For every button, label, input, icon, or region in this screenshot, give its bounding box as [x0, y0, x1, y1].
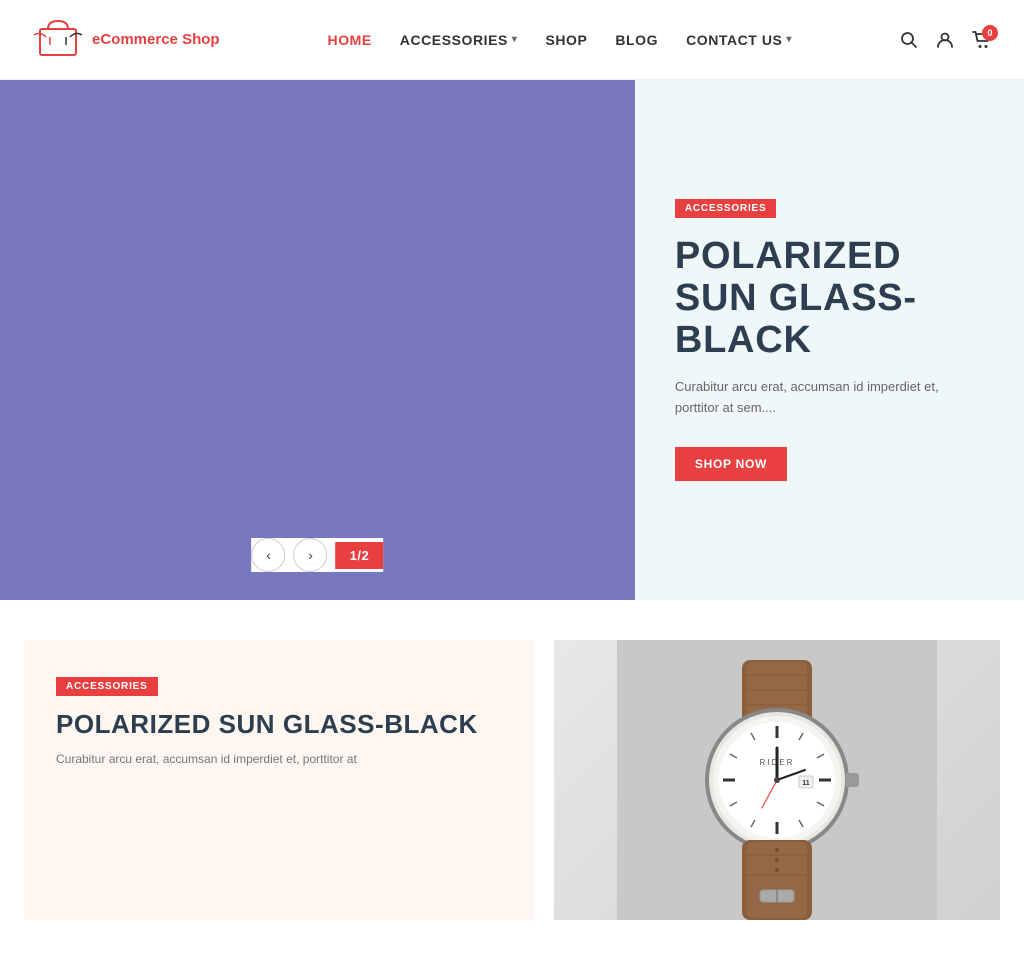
watch-image: RIDER 11: [554, 640, 1000, 920]
cart-button[interactable]: 0: [972, 31, 992, 49]
nav-item-blog[interactable]: BLOG: [615, 32, 658, 48]
logo[interactable]: eCommerce Shop: [32, 15, 220, 64]
logo-text: eCommerce Shop: [92, 31, 220, 49]
main-nav: HOME ACCESSORIES ▾ SHOP BLOG CONTACT US …: [328, 32, 792, 48]
slider-counter: 1/2: [336, 542, 384, 569]
header-icons: 0: [900, 31, 992, 49]
watch-svg: RIDER 11: [617, 640, 937, 920]
search-icon: [900, 31, 918, 49]
chevron-down-icon: ▾: [512, 34, 518, 45]
account-button[interactable]: [936, 31, 954, 49]
cart-badge: 0: [982, 25, 998, 41]
chevron-down-icon-2: ▾: [786, 34, 792, 45]
hero-description: Curabitur arcu erat, accumsan id imperdi…: [675, 377, 984, 419]
hero-content: ACCESSORIES POLARIZED SUN GLASS-BLACK Cu…: [635, 80, 1024, 600]
svg-text:11: 11: [802, 780, 810, 787]
nav-item-accessories[interactable]: ACCESSORIES ▾: [400, 32, 518, 48]
product-card-description: Curabitur arcu erat, accumsan id imperdi…: [56, 750, 502, 769]
hero-title: POLARIZED SUN GLASS-BLACK: [675, 236, 984, 361]
logo-icon: [32, 15, 84, 64]
product-card-title: POLARIZED SUN GLASS-BLACK: [56, 710, 502, 740]
nav-item-shop[interactable]: SHOP: [545, 32, 587, 48]
nav-item-home[interactable]: HOME: [328, 32, 372, 48]
site-header: eCommerce Shop HOME ACCESSORIES ▾ SHOP B…: [0, 0, 1024, 80]
hero-image: ‹ › 1/2: [0, 80, 635, 600]
hero-category-badge: ACCESSORIES: [675, 199, 777, 218]
product-card-sunglasses: ACCESSORIES POLARIZED SUN GLASS-BLACK Cu…: [24, 640, 534, 920]
hero-section: ‹ › 1/2 ACCESSORIES POLARIZED SUN GLASS-…: [0, 80, 1024, 600]
product-card-category-badge: ACCESSORIES: [56, 677, 158, 696]
slider-prev-button[interactable]: ‹: [252, 538, 286, 572]
product-card-watch: RIDER 11: [554, 640, 1000, 920]
account-icon: [936, 31, 954, 49]
hero-illustration: [0, 80, 635, 600]
slider-controls: ‹ › 1/2: [252, 538, 384, 572]
products-section: ACCESSORIES POLARIZED SUN GLASS-BLACK Cu…: [0, 600, 1024, 960]
shop-now-button[interactable]: SHOP NOW: [675, 447, 787, 481]
hero-bg: [0, 80, 635, 600]
slider-next-button[interactable]: ›: [294, 538, 328, 572]
nav-item-contact[interactable]: CONTACT US ▾: [686, 32, 792, 48]
search-button[interactable]: [900, 31, 918, 49]
